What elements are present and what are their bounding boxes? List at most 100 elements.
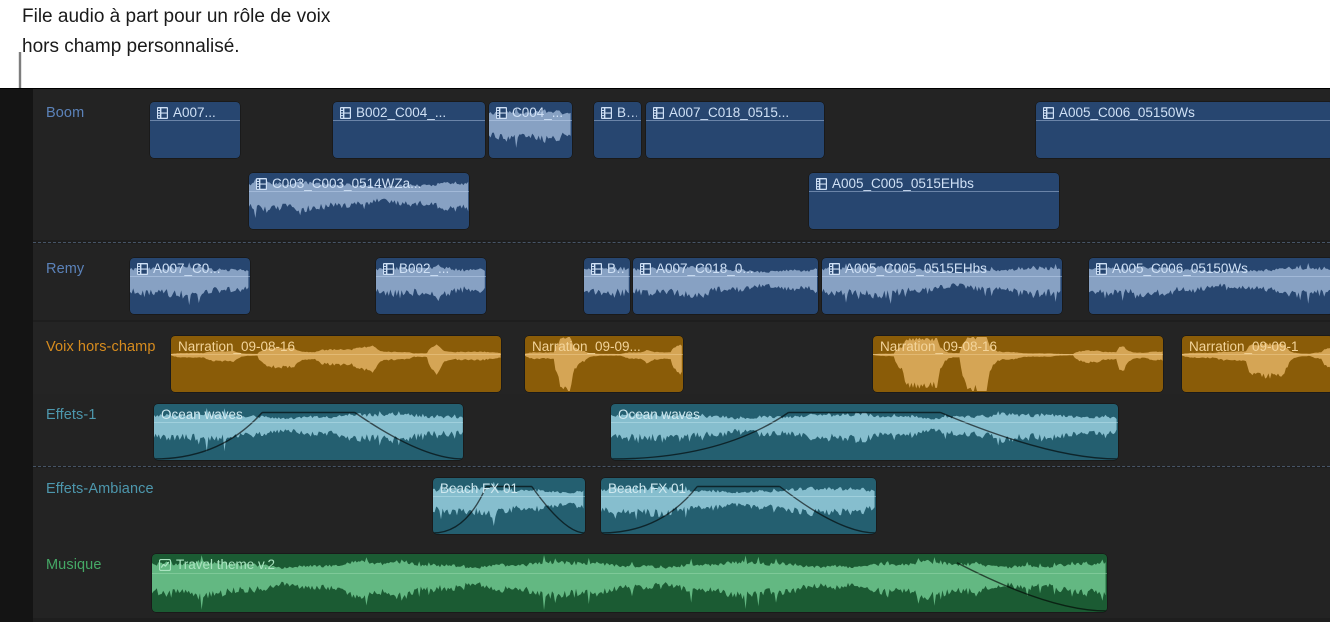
film-icon <box>591 262 602 275</box>
timeline-track-boom[interactable]: Boom A007... B002_C004_... C004_... B... A007… <box>33 88 1330 240</box>
clip-title-text: Narration_09-09... <box>532 339 641 354</box>
track-label-boom: Boom <box>46 105 85 121</box>
clip-midline <box>873 354 1163 355</box>
timeline-clip[interactable]: Narration_09-09... <box>525 336 683 392</box>
clip-title: B... <box>601 105 637 120</box>
timeline-clip[interactable]: A005_C005_0515EHbs <box>809 173 1059 229</box>
clip-midline <box>249 191 469 192</box>
clip-title: C004_... <box>496 105 568 120</box>
clip-title: A007_C018_0... <box>640 261 814 276</box>
timeline-clip[interactable]: Narration_09-08-16 <box>873 336 1163 392</box>
track-label-voix-hors-champ: Voix hors-champ <box>46 339 156 355</box>
clip-title-text: A005_C005_0515EHbs <box>845 261 987 276</box>
clip-title: B002_C004_... <box>340 105 481 120</box>
timeline-track-effets-1[interactable]: Effets-1 Ocean waves Ocean waves <box>33 394 1330 466</box>
track-divider <box>33 242 1330 243</box>
clip-title: Ocean waves <box>618 407 1114 422</box>
clip-title-text: A005_C006_05150Ws <box>1059 105 1195 120</box>
timeline-top-edge <box>0 88 1330 89</box>
clip-title: B002_... <box>383 261 482 276</box>
timeline-track-voix-hors-champ[interactable]: Voix hors-champ Narration_09-08-16 Narrati… <box>33 322 1330 398</box>
timeline-clip[interactable]: A007... <box>150 102 240 158</box>
timeline-clip[interactable]: Ocean waves <box>154 404 463 460</box>
film-icon <box>137 262 148 275</box>
timeline-clip[interactable]: Beach FX 01 <box>601 478 876 534</box>
clip-midline <box>130 276 250 277</box>
clip-title: A005_C005_0515EHbs <box>829 261 1058 276</box>
timeline-clip[interactable]: Narration_09-09-1 <box>1182 336 1330 392</box>
clip-title-text: A007... <box>173 105 216 120</box>
clip-title: Narration_09-08-16 <box>178 339 497 354</box>
clip-title-text: C004_... <box>512 105 564 120</box>
clip-title-text: A005_C006_05150Ws <box>1112 261 1248 276</box>
clip-title: Beach FX 01 <box>440 481 581 496</box>
timeline-clip[interactable]: A007_C018_0... <box>633 258 818 314</box>
clip-midline <box>376 276 486 277</box>
clip-midline <box>601 496 876 497</box>
clip-title-text: A007_C0... <box>153 261 221 276</box>
music-icon <box>159 558 171 571</box>
timeline-clip[interactable]: Beach FX 01 <box>433 478 585 534</box>
clip-title-text: Ocean waves <box>161 407 243 422</box>
track-label-musique: Musique <box>46 557 102 573</box>
clip-title: Narration_09-09... <box>532 339 679 354</box>
clip-midline <box>611 422 1118 423</box>
clip-midline <box>1182 354 1330 355</box>
clip-midline <box>646 120 824 121</box>
clip-midline <box>822 276 1062 277</box>
clip-title-text: C003_C003_0514WZa... <box>272 176 422 191</box>
timeline-clip[interactable]: C003_C003_0514WZa... <box>249 173 469 229</box>
timeline-clip[interactable]: B002_... <box>376 258 486 314</box>
clip-title-text: Ocean waves <box>618 407 700 422</box>
clip-title: A007_C0... <box>137 261 246 276</box>
film-icon <box>1043 106 1054 119</box>
timeline-clip[interactable]: Ocean waves <box>611 404 1118 460</box>
timeline-clip[interactable]: A005_C005_0515EHbs <box>822 258 1062 314</box>
film-icon <box>816 177 827 190</box>
clip-title-text: Narration_09-09-1 <box>1189 339 1299 354</box>
timeline-clip[interactable]: B... <box>594 102 641 158</box>
clip-midline <box>584 276 630 277</box>
timeline-clip[interactable]: Narration_09-08-16 <box>171 336 501 392</box>
track-label-effets-1: Effets-1 <box>46 407 97 423</box>
clip-title: B... <box>591 261 626 276</box>
clip-midline <box>433 496 585 497</box>
timeline-clip[interactable]: A005_C006_05150Ws <box>1089 258 1330 314</box>
film-icon <box>340 106 351 119</box>
clip-title-text: B002_C004_... <box>356 105 447 120</box>
timeline-clip[interactable]: B... <box>584 258 630 314</box>
timeline-clip[interactable]: Travel theme v.2 <box>152 554 1107 612</box>
clip-title-text: B... <box>607 261 626 276</box>
clip-midline <box>633 276 818 277</box>
timeline-track-remy[interactable]: Remy A007_C0... B002_... B... A007_C018_0...… <box>33 244 1330 320</box>
film-icon <box>256 177 267 190</box>
film-icon <box>496 106 507 119</box>
clip-title-text: A005_C005_0515EHbs <box>832 176 974 191</box>
timeline-clip[interactable]: C004_... <box>489 102 572 158</box>
timeline-clip[interactable]: B002_C004_... <box>333 102 485 158</box>
timeline-track-musique[interactable]: Musique Travel theme v.2 <box>33 540 1330 618</box>
clip-title-text: B... <box>617 105 637 120</box>
clip-midline <box>154 422 463 423</box>
clip-midline <box>1036 120 1330 121</box>
timeline-panel[interactable]: Boom A007... B002_C004_... C004_... B... A007… <box>0 88 1330 622</box>
track-label-effets-ambiance: Effets-Ambiance <box>46 481 154 497</box>
timeline-track-effets-ambiance[interactable]: Effets-Ambiance Beach FX 01 Beach FX 01 <box>33 468 1330 540</box>
film-icon <box>1096 262 1107 275</box>
film-icon <box>601 106 612 119</box>
timeline-gutter <box>0 88 33 622</box>
clip-midline <box>489 120 572 121</box>
timeline-clip[interactable]: A007_C0... <box>130 258 250 314</box>
film-icon <box>653 106 664 119</box>
timeline-clip[interactable]: A005_C006_05150Ws <box>1036 102 1330 158</box>
film-icon <box>157 106 168 119</box>
film-icon <box>640 262 651 275</box>
clip-midline <box>333 120 485 121</box>
timeline-tracks[interactable]: Boom A007... B002_C004_... C004_... B... A007… <box>33 88 1330 622</box>
timeline-clip[interactable]: A007_C018_0515... <box>646 102 824 158</box>
clip-midline <box>525 354 683 355</box>
callout-text: File audio à part pour un rôle de voix h… <box>22 6 331 57</box>
clip-midline <box>1089 276 1330 277</box>
clip-title: Narration_09-08-16 <box>880 339 1159 354</box>
clip-midline <box>594 120 641 121</box>
